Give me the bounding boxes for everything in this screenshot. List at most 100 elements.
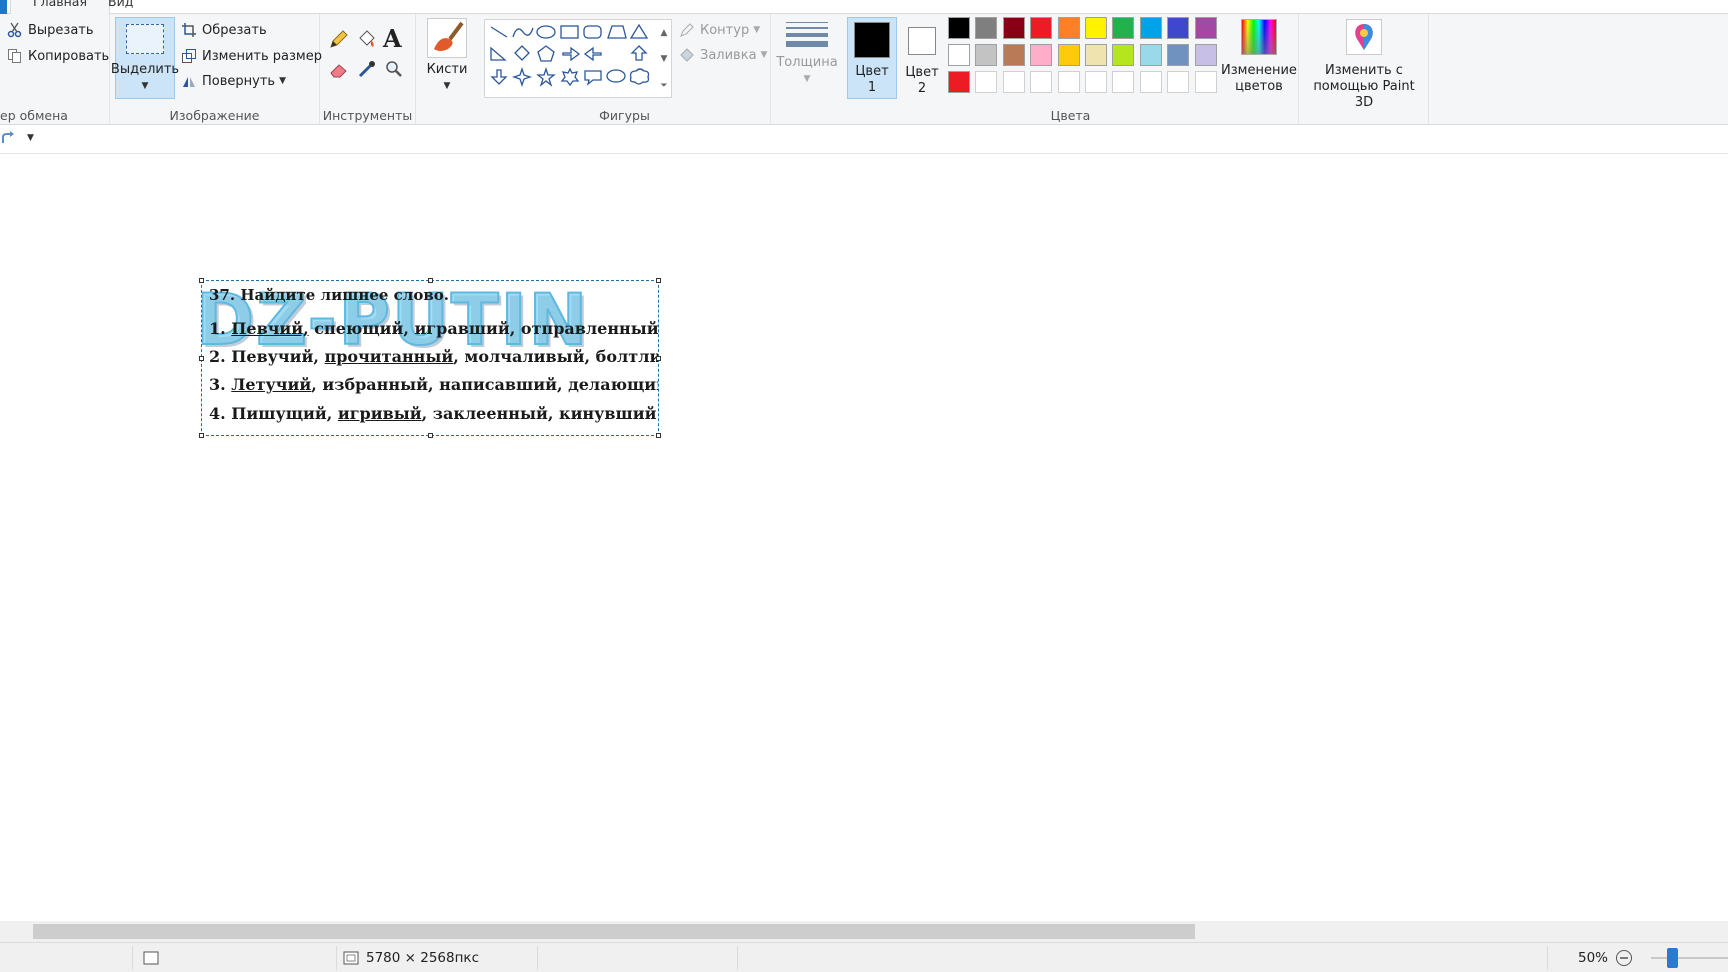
gallery-expand-icon[interactable]: ⏷ <box>660 81 667 91</box>
palette-swatch[interactable] <box>1139 44 1162 66</box>
horizontal-scrollbar[interactable] <box>0 921 1728 942</box>
eraser-icon[interactable] <box>328 58 350 84</box>
tab-view[interactable]: Вид <box>86 0 155 14</box>
shapes-gallery-icons[interactable] <box>487 22 657 100</box>
resize-handle-b[interactable] <box>428 433 433 438</box>
text-icon[interactable]: A <box>383 24 402 53</box>
palette-swatch[interactable] <box>1112 44 1135 66</box>
palette-swatch[interactable] <box>1057 71 1080 93</box>
palette-swatch[interactable] <box>1139 71 1162 93</box>
size-group: Толщина ▼ <box>771 14 843 125</box>
palette-swatch[interactable] <box>1085 17 1107 39</box>
palette-swatch[interactable] <box>948 17 970 39</box>
palette-swatch[interactable] <box>1002 17 1025 39</box>
resize-handle-t[interactable] <box>428 278 433 283</box>
palette-swatch[interactable] <box>948 44 970 66</box>
palette-swatch[interactable] <box>948 71 970 93</box>
resize-handle-tl[interactable] <box>199 278 204 283</box>
edit-colors-label-line1: Изменение <box>1221 63 1297 78</box>
select-button[interactable]: Выделить ▼ <box>111 17 179 99</box>
crop-label: Обрезать <box>202 22 267 38</box>
resize-handle-br[interactable] <box>656 433 661 438</box>
color2-button[interactable]: Цвет 2 <box>898 17 946 99</box>
zoom-slider-thumb[interactable] <box>1667 948 1678 968</box>
chevron-down-icon: ▼ <box>753 25 761 35</box>
exercise-row-1: 1. Певчий, спеющий, игравший, отправленн… <box>209 319 658 338</box>
resize-handle-tr[interactable] <box>656 278 661 283</box>
color-picker-icon[interactable] <box>356 58 378 84</box>
zoom-slider-track[interactable] <box>1651 957 1728 959</box>
palette-swatch[interactable] <box>1085 44 1107 66</box>
row-rest: , заклеенный, кинувший <box>421 404 657 423</box>
palette-swatch[interactable] <box>1085 71 1107 93</box>
palette-swatch[interactable] <box>975 17 998 39</box>
zoom-out-icon[interactable] <box>1615 949 1633 971</box>
row-pre: Пишущий, <box>225 404 338 423</box>
file-tab[interactable] <box>0 0 7 14</box>
fill-button[interactable]: Заливка ▼ <box>678 44 767 66</box>
shapes-group-label: Фигуры <box>599 108 650 123</box>
color2-label-line1: Цвет <box>905 65 939 80</box>
palette-swatch[interactable] <box>1057 17 1080 39</box>
select-rect-icon <box>126 24 164 54</box>
palette-swatch[interactable] <box>1030 17 1053 39</box>
cut-button[interactable]: Вырезать <box>6 19 94 41</box>
exercise-row-2: 2. Певучий, прочитанный, молчаливый, бол… <box>209 347 658 366</box>
crop-button[interactable]: Обрезать <box>180 19 267 41</box>
row-pre: Певучий, <box>225 347 325 366</box>
scrollbar-thumb[interactable] <box>33 924 1195 939</box>
resize-label: Изменить размер <box>202 48 322 64</box>
select-label: Выделить <box>110 62 180 77</box>
size-button[interactable]: Толщина ▼ <box>776 18 838 98</box>
palette-swatch[interactable] <box>975 44 998 66</box>
palette-swatch[interactable] <box>1002 44 1025 66</box>
chevron-up-icon[interactable]: ▲ <box>661 28 668 38</box>
palette-swatch[interactable] <box>1167 17 1190 39</box>
palette-swatch[interactable] <box>1194 71 1217 93</box>
image-size-icon <box>342 950 360 970</box>
outline-label: Контур <box>700 22 750 38</box>
palette-swatch[interactable] <box>1002 71 1025 93</box>
palette-swatch[interactable] <box>1139 17 1162 39</box>
shapes-gallery-scroll[interactable]: ▲ ▼ ⏷ <box>656 20 672 99</box>
fill-bucket-icon[interactable] <box>356 28 378 54</box>
size-label: Толщина <box>776 55 838 70</box>
palette-swatch[interactable] <box>1112 17 1135 39</box>
copy-button[interactable]: Копировать <box>6 45 109 67</box>
resize-handle-l[interactable] <box>199 356 204 361</box>
canvas-area[interactable]: DZ-PUTIN 37. Найдите лишнее слово. 1. Пе… <box>0 155 1728 921</box>
palette-swatch[interactable] <box>1167 71 1190 93</box>
outline-button[interactable]: Контур ▼ <box>678 19 760 41</box>
brush-icon <box>427 18 467 58</box>
palette-swatch[interactable] <box>1194 17 1217 39</box>
edit-colors-button[interactable]: Изменение цветов <box>1220 17 1298 99</box>
scissors-icon <box>6 21 24 39</box>
palette-swatch[interactable] <box>1030 44 1053 66</box>
resize-handle-bl[interactable] <box>199 433 204 438</box>
brushes-button[interactable]: Кисти ▼ <box>421 18 473 98</box>
copy-label: Копировать <box>28 48 110 64</box>
redo-icon[interactable] <box>0 130 16 150</box>
line-thickness-icon <box>786 22 828 47</box>
exercise-row-4: 4. Пишущий, игривый, заклеенный, кинувши… <box>209 404 656 423</box>
rotate-label: Повернуть <box>202 73 276 89</box>
chevron-down-icon[interactable]: ▼ <box>661 54 668 64</box>
palette-swatch[interactable] <box>975 71 998 93</box>
palette-swatch[interactable] <box>1057 44 1080 66</box>
selection-frame[interactable]: DZ-PUTIN 37. Найдите лишнее слово. 1. Пе… <box>199 278 661 438</box>
palette-swatch[interactable] <box>1167 44 1190 66</box>
pencil-icon[interactable] <box>328 28 350 54</box>
magnifier-icon[interactable] <box>383 58 405 84</box>
rotate-button[interactable]: Повернуть ▼ <box>180 70 286 92</box>
resize-handle-r[interactable] <box>656 356 661 361</box>
palette-swatch[interactable] <box>1112 71 1135 93</box>
image-dimensions: 5780 × 2568пкс <box>366 950 480 966</box>
palette-swatch[interactable] <box>1194 44 1217 66</box>
paint3d-button[interactable]: Изменить с помощью Paint 3D <box>1304 17 1424 110</box>
palette-swatch[interactable] <box>1030 71 1053 93</box>
paint3d-group: Изменить с помощью Paint 3D <box>1299 14 1429 125</box>
underlined-word: игривый <box>337 404 422 423</box>
resize-button[interactable]: Изменить размер <box>180 45 322 67</box>
customize-toolbar-icon[interactable]: ▼ <box>27 133 34 143</box>
color1-button[interactable]: Цвет 1 <box>847 17 897 99</box>
